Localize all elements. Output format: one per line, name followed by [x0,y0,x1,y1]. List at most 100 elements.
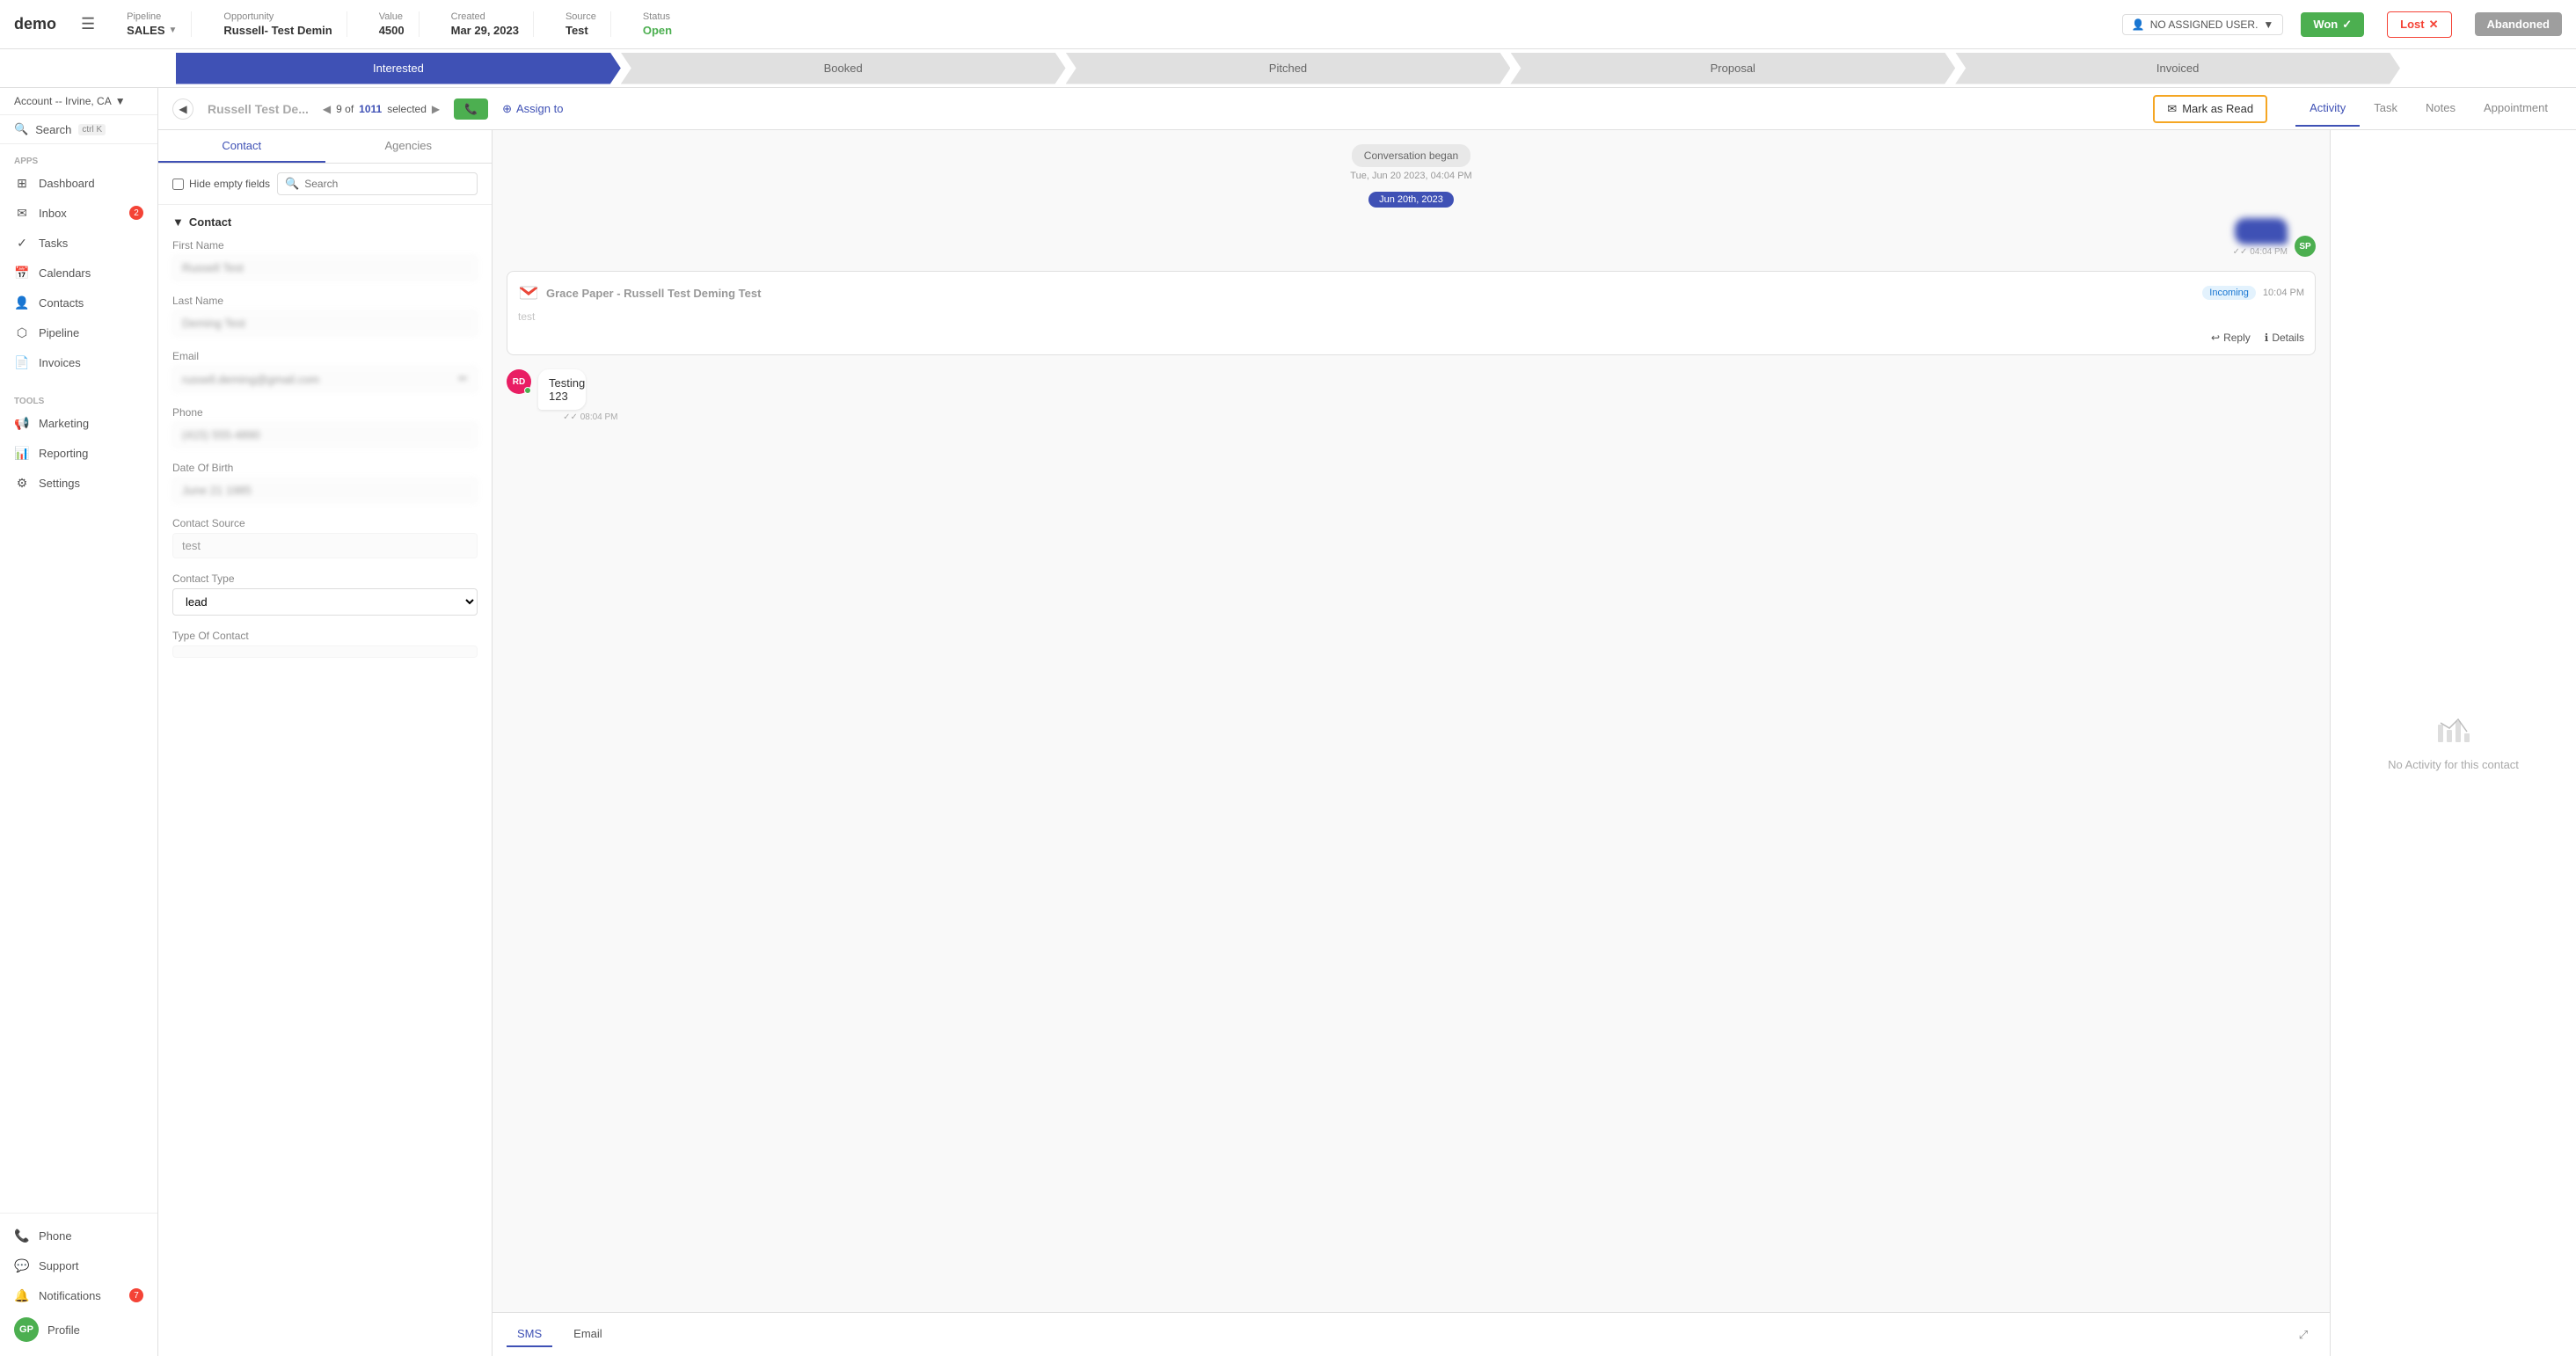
gmail-icon [518,282,539,303]
details-button[interactable]: ℹ Details [2265,332,2304,344]
search-bar[interactable]: 🔍 Search ctrl K [0,115,157,144]
abandoned-button[interactable]: Abandoned [2475,12,2563,36]
plus-circle-icon: ⊕ [502,102,512,116]
pipeline-value[interactable]: SALES ▼ [127,24,177,37]
main-layout: Account -- Irvine, CA ▼ 🔍 Search ctrl K … [0,88,2576,1356]
type-of-contact-label: Type Of Contact [172,630,478,642]
sidebar-item-contacts[interactable]: 👤 Contacts [0,288,157,317]
mark-read-area: ✉ Mark as Read [2153,95,2267,123]
support-label: Support [39,1259,79,1272]
expand-button[interactable]: ⤢ [2291,1323,2316,1347]
hide-empty-checkbox[interactable] [172,179,184,190]
sidebar-item-settings[interactable]: ⚙ Settings [0,468,157,498]
value-label: Value [379,11,405,22]
contact-tab-contact[interactable]: Contact [158,130,325,163]
lost-button[interactable]: Lost ✕ [2387,11,2451,38]
assigned-user-dropdown[interactable]: 👤 NO ASSIGNED USER. ▼ [2122,14,2284,35]
tab-appointment[interactable]: Appointment [2470,91,2562,127]
content-area: ◀ Russell Test De... ◀ 9 of 1011 selecte… [158,88,2576,1356]
email-incoming-badge: Incoming [2202,286,2256,300]
contact-type-label: Contact Type [172,572,478,585]
assign-to-button[interactable]: ⊕ Assign to [502,102,563,116]
tab-notes[interactable]: Notes [2412,91,2470,127]
sidebar-item-reporting[interactable]: 📊 Reporting [0,438,157,468]
right-tabs: Activity Task Notes Appointment [2295,91,2562,127]
sidebar-item-support[interactable]: 💬 Support [0,1250,157,1280]
chevron-down-icon: ▼ [2263,18,2273,31]
contacts-icon: 👤 [14,295,30,310]
source-label: Source [566,11,596,22]
sidebar-item-phone[interactable]: 📞 Phone [0,1221,157,1250]
account-switcher[interactable]: Account -- Irvine, CA ▼ [0,88,157,115]
incoming-avatar: RD [507,369,531,394]
hide-empty-label: Hide empty fields [189,178,270,190]
hamburger-icon[interactable]: ☰ [81,15,95,33]
contact-type-select[interactable]: lead customer prospect [172,588,478,616]
sidebar-item-pipeline[interactable]: ⬡ Pipeline [0,317,157,347]
prev-contact-arrow[interactable]: ◀ [172,98,193,120]
won-button[interactable]: Won ✓ [2301,12,2364,37]
contact-panel-tabs: Contact Agencies [158,130,492,164]
search-label: Search [35,123,71,136]
chat-tab-email[interactable]: Email [563,1322,613,1347]
pagination-next[interactable]: ▶ [432,103,440,115]
dashboard-label: Dashboard [39,177,95,190]
pagination-current: 9 of [336,103,354,115]
email-card: Grace Paper - Russell Test Deming Test I… [507,271,2316,355]
profile-avatar: GP [14,1317,39,1342]
stage-interested[interactable]: Interested [176,53,621,84]
tools-label: Tools [0,391,157,408]
email-value[interactable]: russell.deming@gmail.com ✏ [172,366,478,392]
contact-section-header[interactable]: ▼ Contact [172,215,478,229]
tasks-icon: ✓ [14,235,30,251]
sidebar-item-calendars[interactable]: 📅 Calendars [0,258,157,288]
tab-activity[interactable]: Activity [2295,91,2360,127]
status-section: Status Open [629,11,686,37]
settings-label: Settings [39,477,80,490]
calendars-label: Calendars [39,266,91,280]
value-value: 4500 [379,24,405,37]
sidebar-item-dashboard[interactable]: ⊞ Dashboard [0,168,157,198]
dob-label: Date Of Birth [172,462,478,474]
status-label: Status [643,11,672,22]
search-kbd: ctrl K [78,124,106,135]
notifications-icon: 🔔 [14,1287,30,1303]
notifications-badge: 7 [129,1288,143,1302]
field-email: Email russell.deming@gmail.com ✏ [172,350,478,392]
tools-section: Tools 📢 Marketing 📊 Reporting ⚙ Settings [0,384,157,505]
online-indicator [524,387,531,394]
stage-pitched[interactable]: Pitched [1066,53,1511,84]
phone-call-button[interactable]: 📞 [454,98,488,120]
conversation-began-badge: Conversation began [1352,144,1470,167]
opportunity-value: Russell- Test Demin [223,24,332,37]
phone-icon: 📞 [14,1228,30,1243]
pagination-prev[interactable]: ◀ [323,103,331,115]
stage-invoiced[interactable]: Invoiced [1955,53,2400,84]
hide-empty-fields-button[interactable]: Hide empty fields [172,178,270,190]
stage-booked[interactable]: Booked [621,53,1066,84]
pipeline-icon: ⬡ [14,324,30,340]
tab-task[interactable]: Task [2360,91,2412,127]
sidebar-item-marketing[interactable]: 📢 Marketing [0,408,157,438]
sidebar-item-invoices[interactable]: 📄 Invoices [0,347,157,377]
sidebar-item-tasks[interactable]: ✓ Tasks [0,228,157,258]
inbox-label: Inbox [39,207,67,220]
edit-icon[interactable]: ✏ [458,372,468,386]
mark-as-read-button[interactable]: ✉ Mark as Read [2153,95,2267,123]
reply-button[interactable]: ↩ Reply [2211,332,2251,344]
contact-tab-agencies[interactable]: Agencies [325,130,493,163]
pipeline-section: Pipeline SALES ▼ [113,11,192,37]
contact-search-box[interactable]: 🔍 [277,172,478,195]
contact-actions-bar: Hide empty fields 🔍 [158,164,492,205]
stage-proposal[interactable]: Proposal [1510,53,1955,84]
section-label: Contact [189,215,231,229]
chat-tab-sms[interactable]: SMS [507,1322,552,1347]
email-preview: test [518,310,2304,323]
sidebar-item-notifications[interactable]: 🔔 Notifications 7 [0,1280,157,1310]
sidebar-item-profile[interactable]: GP Profile [0,1310,157,1349]
sidebar-item-inbox[interactable]: ✉ Inbox 2 [0,198,157,228]
pipeline-label: Pipeline [39,326,79,339]
contact-source-value: test [172,533,478,558]
sidebar: Account -- Irvine, CA ▼ 🔍 Search ctrl K … [0,88,158,1356]
contact-search-input[interactable] [304,178,470,190]
